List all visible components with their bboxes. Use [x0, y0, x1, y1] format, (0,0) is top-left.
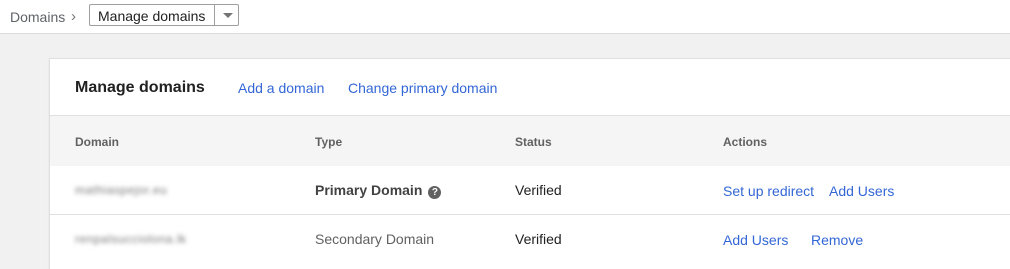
column-header-actions: Actions: [723, 135, 768, 149]
breadcrumb-separator-icon: ›: [71, 8, 76, 25]
domain-status: Verified: [515, 231, 562, 247]
help-circle-icon[interactable]: ?: [428, 186, 442, 199]
add-domain-link[interactable]: Add a domain: [238, 80, 324, 96]
column-header-type: Type: [315, 135, 343, 149]
manage-domains-card: Manage domains Add a domain Change prima…: [49, 58, 1010, 269]
add-users-link[interactable]: Add Users: [723, 232, 788, 248]
remove-domain-link[interactable]: Remove: [811, 232, 863, 248]
add-users-link[interactable]: Add Users: [829, 183, 894, 199]
column-header-status: Status: [515, 135, 552, 149]
domain-type: Primary Domain?: [315, 182, 442, 199]
column-header-domain: Domain: [75, 135, 120, 149]
table-row: renpalsucciolona.lk Secondary Domain Ver…: [50, 215, 1010, 263]
manage-domains-select[interactable]: Manage domains: [89, 4, 239, 26]
domain-name: renpalsucciolona.lk: [75, 232, 187, 246]
table-header: Domain Type Status Actions: [50, 115, 1010, 167]
select-label: Manage domains: [98, 8, 206, 24]
card-title: Manage domains: [75, 79, 205, 96]
top-bar: Domains › Manage domains: [0, 0, 1010, 34]
select-divider: [214, 5, 215, 25]
set-up-redirect-link[interactable]: Set up redirect: [723, 183, 814, 199]
chevron-down-icon[interactable]: [223, 13, 233, 18]
domain-type-label: Primary Domain: [315, 182, 423, 198]
domain-status: Verified: [515, 182, 562, 198]
domain-type: Secondary Domain: [315, 231, 435, 247]
change-primary-domain-link[interactable]: Change primary domain: [348, 80, 497, 96]
breadcrumb-domains[interactable]: Domains: [10, 9, 65, 25]
table-row: mathiaspejor.eu Primary Domain? Verified…: [50, 166, 1010, 215]
domain-name: mathiaspejor.eu: [75, 183, 168, 197]
